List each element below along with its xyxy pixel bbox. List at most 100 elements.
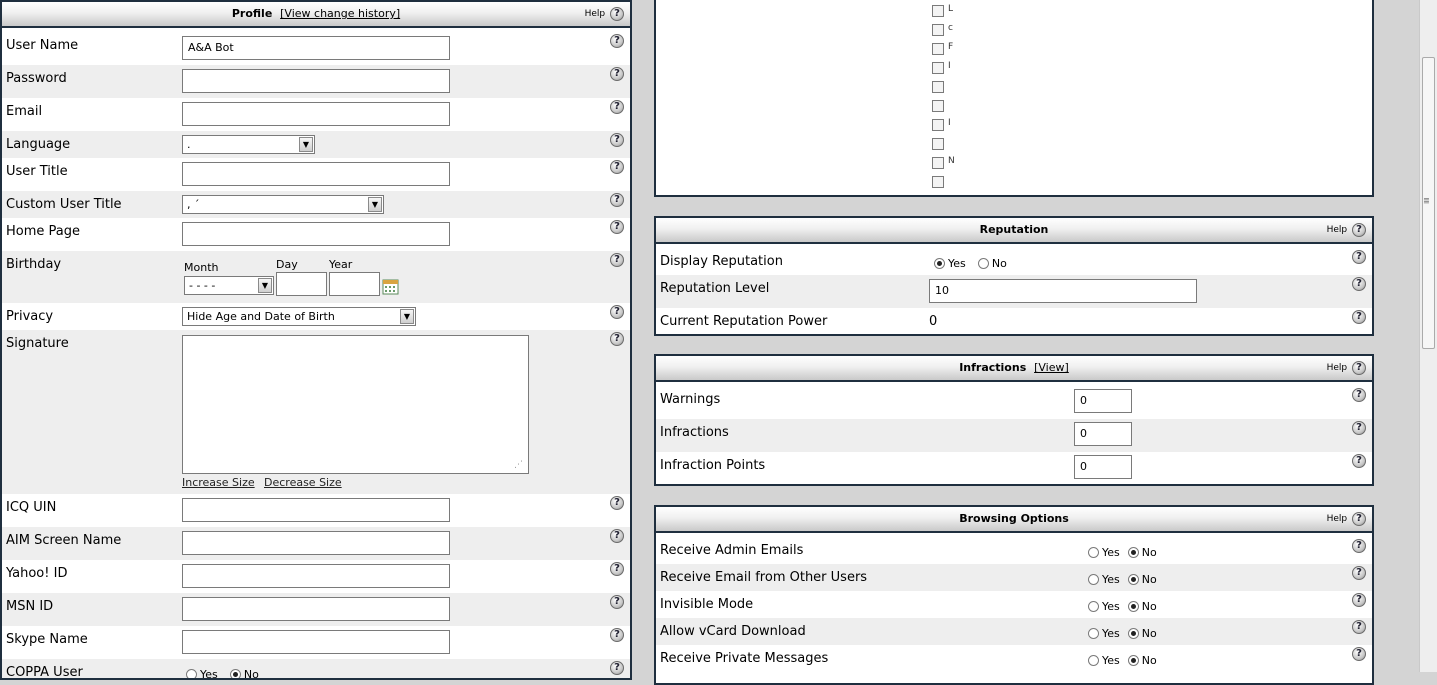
usergroup-checkbox[interactable]: [932, 43, 944, 55]
profile-header: Profile [View change history] Help ?: [2, 2, 630, 28]
help-icon[interactable]: ?: [610, 220, 624, 234]
row-coppa: COPPA User Yes No ?: [2, 659, 630, 680]
birthday-label: Birthday: [6, 257, 62, 272]
help-icon[interactable]: ?: [610, 133, 624, 147]
help-icon[interactable]: ?: [1352, 310, 1366, 324]
yahoo-input[interactable]: [182, 564, 450, 588]
profile-help[interactable]: Help ?: [585, 2, 624, 26]
help-icon[interactable]: ?: [1352, 250, 1366, 264]
chevron-down-icon[interactable]: ▼: [299, 137, 313, 152]
vertical-scrollbar[interactable]: ═ ═: [1419, 0, 1437, 672]
reputation-power-label: Current Reputation Power: [660, 314, 828, 329]
browsing-option-yes-radio[interactable]: [1088, 601, 1099, 612]
help-icon[interactable]: ?: [1352, 566, 1366, 580]
usergroup-checkbox[interactable]: [932, 138, 944, 150]
help-icon: ?: [1352, 222, 1366, 237]
aim-input[interactable]: [182, 531, 450, 555]
help-icon[interactable]: ?: [1352, 539, 1366, 553]
resize-handle-icon[interactable]: ⋰: [514, 460, 523, 470]
help-icon[interactable]: ?: [1352, 277, 1366, 291]
help-icon[interactable]: ?: [610, 496, 624, 510]
help-icon[interactable]: ?: [610, 595, 624, 609]
warnings-input[interactable]: 0: [1074, 389, 1132, 413]
user-name-input[interactable]: A&A Bot: [182, 36, 450, 60]
help-icon[interactable]: ?: [610, 100, 624, 114]
skype-input[interactable]: [182, 630, 450, 654]
display-reputation-yes-radio[interactable]: [934, 258, 945, 269]
help-icon[interactable]: ?: [1352, 647, 1366, 661]
browsing-option-yes-radio[interactable]: [1088, 655, 1099, 666]
browsing-option-yes-radio[interactable]: [1088, 628, 1099, 639]
decrease-size-link[interactable]: Decrease Size: [264, 476, 342, 489]
help-icon[interactable]: ?: [610, 529, 624, 543]
signature-textarea[interactable]: [182, 335, 529, 474]
help-icon[interactable]: ?: [610, 160, 624, 174]
help-icon[interactable]: ?: [610, 562, 624, 576]
infraction-points-input[interactable]: 0: [1074, 455, 1132, 479]
display-reputation-no-radio[interactable]: [977, 258, 989, 269]
birthday-month-select[interactable]: - - - - ▼: [184, 276, 274, 295]
help-icon[interactable]: ?: [1352, 593, 1366, 607]
profile-panel: Profile [View change history] Help ? Use…: [0, 0, 632, 680]
reputation-level-input[interactable]: 10: [929, 279, 1197, 303]
browsing-options-help[interactable]: Help ?: [1327, 507, 1366, 531]
browsing-option-no-radio[interactable]: [1127, 601, 1139, 612]
usergroup-checkbox[interactable]: [932, 5, 944, 17]
birthday-day-input[interactable]: [276, 272, 327, 296]
help-icon[interactable]: ?: [610, 253, 624, 267]
usergroup-checkbox[interactable]: [932, 119, 944, 131]
browsing-option-no-radio[interactable]: [1127, 655, 1139, 666]
help-icon[interactable]: ?: [610, 193, 624, 207]
usergroup-checkbox[interactable]: [932, 62, 944, 74]
help-icon[interactable]: ?: [1352, 421, 1366, 435]
infractions-label: Infractions: [660, 425, 729, 440]
icq-input[interactable]: [182, 498, 450, 522]
password-input[interactable]: [182, 69, 450, 93]
help-icon[interactable]: ?: [610, 332, 624, 346]
help-icon[interactable]: ?: [610, 305, 624, 319]
email-input[interactable]: [182, 102, 450, 126]
infractions-help[interactable]: Help ?: [1327, 356, 1366, 380]
infractions-input[interactable]: 0: [1074, 422, 1132, 446]
browsing-option-radio-group: Yes No: [1088, 653, 1165, 668]
help-icon[interactable]: ?: [610, 34, 624, 48]
browsing-option-no-radio[interactable]: [1127, 547, 1139, 558]
reputation-help[interactable]: Help ?: [1327, 218, 1366, 242]
browsing-option-yes-radio[interactable]: [1088, 574, 1099, 585]
privacy-select[interactable]: Hide Age and Date of Birth ▼: [182, 307, 416, 326]
coppa-no-radio[interactable]: [229, 669, 241, 678]
help-icon[interactable]: ?: [610, 67, 624, 81]
help-icon[interactable]: ?: [1352, 388, 1366, 402]
chevron-down-icon[interactable]: ▼: [368, 197, 382, 212]
profile-title: Profile: [231, 7, 273, 20]
calendar-icon[interactable]: [382, 278, 400, 296]
display-reputation-label: Display Reputation: [660, 254, 783, 269]
coppa-yes-radio[interactable]: [186, 669, 197, 678]
help-icon[interactable]: ?: [1352, 620, 1366, 634]
help-icon[interactable]: ?: [610, 661, 624, 675]
browsing-option-yes-radio[interactable]: [1088, 547, 1099, 558]
birthday-year-input[interactable]: [329, 272, 380, 296]
usergroup-checkbox[interactable]: [932, 24, 944, 36]
icq-label: ICQ UIN: [6, 500, 57, 515]
increase-size-link[interactable]: Increase Size: [182, 476, 255, 489]
user-title-input[interactable]: [182, 162, 450, 186]
msn-input[interactable]: [182, 597, 450, 621]
coppa-label: COPPA User: [6, 665, 83, 680]
language-select[interactable]: . ▼: [182, 135, 315, 154]
chevron-down-icon[interactable]: ▼: [258, 278, 272, 293]
browsing-option-no-radio[interactable]: [1127, 628, 1139, 639]
usergroup-checkbox[interactable]: [932, 176, 944, 188]
chevron-down-icon[interactable]: ▼: [400, 309, 414, 324]
usergroup-checkbox[interactable]: [932, 157, 944, 169]
password-label: Password: [6, 71, 67, 86]
usergroup-checkbox[interactable]: [932, 81, 944, 93]
browsing-option-no-radio[interactable]: [1127, 574, 1139, 585]
usergroup-checkbox[interactable]: [932, 100, 944, 112]
view-change-history-link[interactable]: [View change history]: [280, 7, 400, 20]
help-icon[interactable]: ?: [610, 628, 624, 642]
help-icon[interactable]: ?: [1352, 454, 1366, 468]
custom-user-title-select[interactable]: , ´ ▼: [182, 195, 384, 214]
infractions-view-link[interactable]: [View]: [1034, 361, 1069, 374]
home-page-input[interactable]: [182, 222, 450, 246]
